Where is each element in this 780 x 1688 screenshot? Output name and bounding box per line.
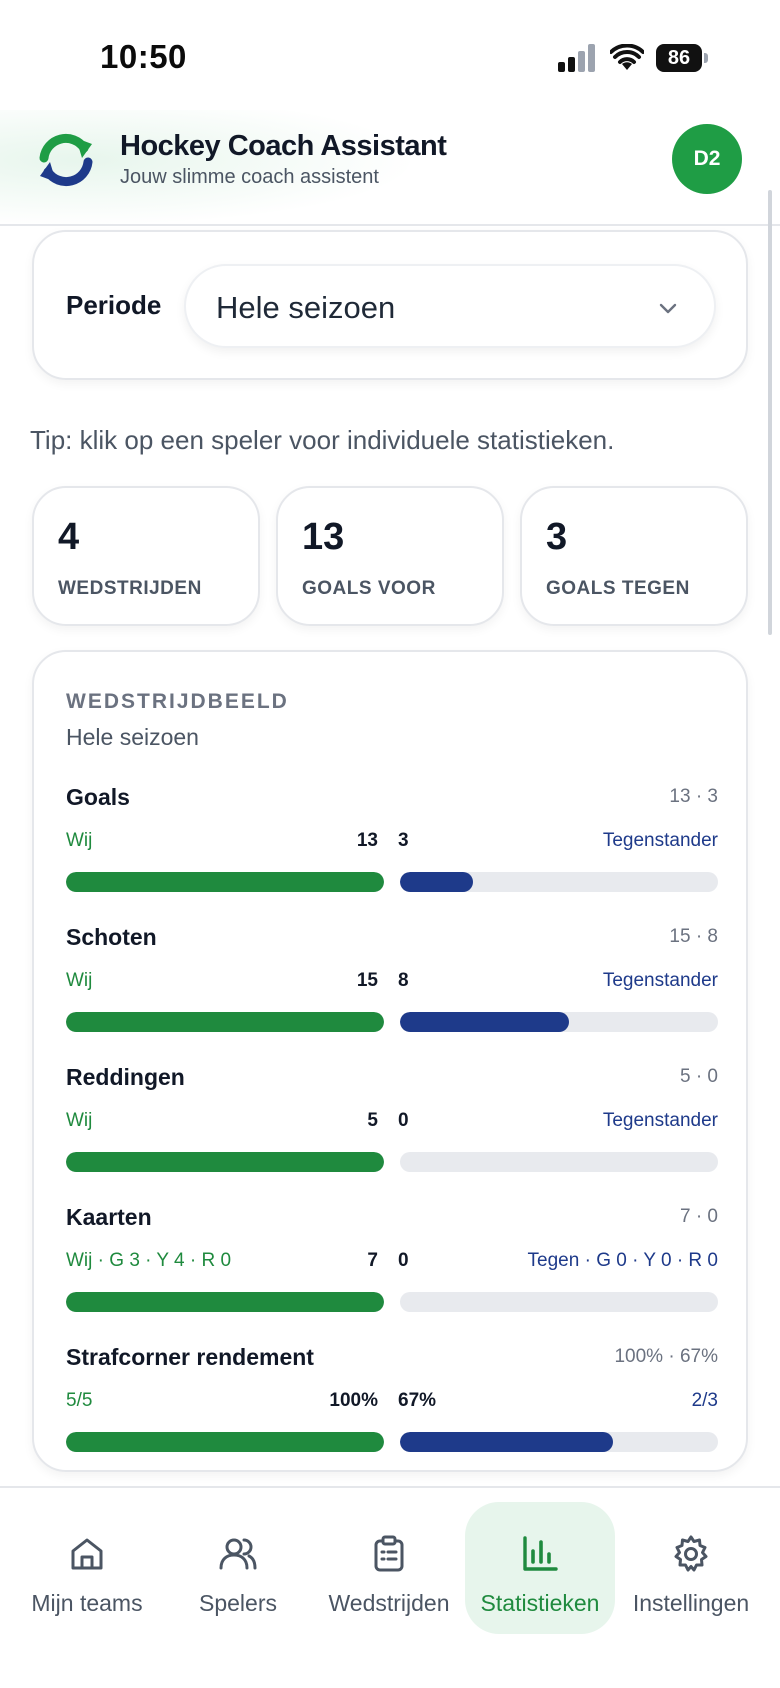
kpi-label: GOALS TEGEN — [546, 578, 690, 599]
opponent-label: Tegenstander — [602, 830, 718, 851]
status-bar: 10:50 86 — [0, 0, 780, 110]
opponent-bar-fill — [400, 1012, 569, 1032]
bar-chart-icon — [523, 1536, 558, 1571]
kpi-label: WEDSTRIJDEN — [58, 578, 202, 599]
stat-saves: Reddingen 5 · 0 Wij 5 0 Tegenstander — [66, 1064, 718, 1184]
battery-level: 86 — [656, 44, 702, 72]
signal-icon — [558, 44, 600, 72]
users-icon — [219, 1538, 257, 1570]
opponent-value: 3 — [398, 830, 409, 851]
stat-summary: 15 · 8 — [669, 926, 718, 947]
chevron-down-icon — [659, 303, 677, 314]
nav-item-statistics[interactable]: Statistieken — [465, 1502, 615, 1634]
our-bar-fill — [66, 872, 384, 892]
opponent-value: 8 — [398, 970, 409, 991]
opponent-bar-fill — [400, 872, 474, 892]
opponent-bar-track — [400, 1432, 718, 1452]
kpi-card-matches: 4 WEDSTRIJDEN — [32, 486, 260, 626]
opponent-bar-track — [400, 1292, 718, 1312]
our-label: Wij — [66, 830, 93, 851]
our-bar-track — [66, 1432, 384, 1452]
kpi-card-goals-against: 3 GOALS TEGEN — [520, 486, 748, 626]
stat-summary: 100% · 67% — [614, 1346, 718, 1367]
nav-item-my-teams[interactable]: Mijn teams — [12, 1502, 162, 1634]
our-label: Wij — [66, 970, 93, 991]
game-picture-card: WEDSTRIJDBEELD Hele seizoen Goals 13 · 3… — [32, 650, 748, 1472]
opponent-bar-track — [400, 872, 718, 892]
opponent-bar-track — [400, 1152, 718, 1172]
opponent-label: 2/3 — [691, 1390, 718, 1411]
our-bar-fill — [66, 1292, 384, 1312]
opponent-label: Tegen · G 0 · Y 0 · R 0 — [527, 1250, 718, 1271]
opponent-value: 0 — [398, 1110, 409, 1131]
stat-name: Strafcorner rendement — [66, 1344, 314, 1370]
period-card: Periode Hele seizoen — [32, 230, 748, 380]
our-value: 15 — [356, 970, 378, 991]
opponent-label: Tegenstander — [602, 1110, 718, 1131]
stat-name: Reddingen — [66, 1064, 185, 1090]
stat-name: Schoten — [66, 924, 157, 950]
stat-summary: 5 · 0 — [679, 1066, 718, 1087]
home-icon — [71, 1538, 103, 1570]
our-bar-track — [66, 1292, 384, 1312]
our-value: 7 — [367, 1250, 378, 1271]
kpi-value: 13 — [302, 516, 345, 558]
status-time: 10:50 — [100, 38, 187, 75]
our-value: 13 — [356, 830, 378, 851]
our-bar-track — [66, 872, 384, 892]
our-value: 5 — [367, 1110, 378, 1131]
nav-label: Spelers — [199, 1590, 277, 1616]
nav-item-settings[interactable]: Instellingen — [616, 1502, 766, 1634]
period-selected-value: Hele seizoen — [216, 290, 396, 325]
stat-summary: 13 · 3 — [669, 786, 718, 807]
our-label: Wij · G 3 · Y 4 · R 0 — [66, 1250, 232, 1271]
stat-name: Kaarten — [66, 1204, 152, 1230]
stat-shots: Schoten 15 · 8 Wij 15 8 Tegenstander — [66, 924, 718, 1044]
nav-label: Instellingen — [632, 1590, 750, 1616]
clipboard-icon — [374, 1535, 404, 1572]
our-bar-track — [66, 1152, 384, 1172]
app-logo-icon — [39, 134, 93, 186]
our-label: 5/5 — [66, 1390, 93, 1411]
game-picture-subtitle: Hele seizoen — [66, 724, 199, 750]
opponent-value: 0 — [398, 1250, 409, 1271]
our-bar-fill — [66, 1152, 384, 1172]
app-subtitle: Jouw slimme coach assistent — [120, 166, 379, 188]
our-bar-fill — [66, 1012, 384, 1032]
our-bar-track — [66, 1012, 384, 1032]
opponent-value: 67% — [398, 1390, 437, 1411]
app-title: Hockey Coach Assistant — [120, 130, 447, 162]
nav-label: Wedstrijden — [328, 1590, 450, 1616]
nav-item-matches[interactable]: Wedstrijden — [314, 1502, 464, 1634]
bottom-nav: Mijn teams Spelers Wedstrijden Statistie… — [0, 1486, 780, 1688]
stat-cards: Kaarten 7 · 0 Wij · G 3 · Y 4 · R 0 7 0 … — [66, 1204, 718, 1324]
stat-summary: 7 · 0 — [679, 1206, 718, 1227]
game-picture-title: WEDSTRIJDBEELD — [66, 690, 289, 713]
kpi-value: 3 — [546, 516, 568, 558]
stat-name: Goals — [66, 784, 130, 810]
nav-label: Mijn teams — [31, 1590, 143, 1616]
opponent-bar-fill — [400, 1432, 614, 1452]
kpi-label: GOALS VOOR — [302, 578, 436, 599]
kpi-value: 4 — [58, 516, 80, 558]
kpi-card-goals-for: 13 GOALS VOOR — [276, 486, 504, 626]
scrollbar[interactable] — [768, 190, 772, 635]
opponent-bar-track — [400, 1012, 718, 1032]
wifi-icon — [610, 44, 644, 70]
our-label: Wij — [66, 1110, 93, 1131]
stat-penalty-corner: Strafcorner rendement 100% · 67% 5/5 100… — [66, 1344, 718, 1464]
period-select[interactable]: Hele seizoen — [184, 264, 716, 348]
period-label: Periode — [66, 290, 162, 320]
battery-icon: 86 — [656, 44, 708, 72]
gear-icon — [674, 1535, 708, 1572]
stat-goals: Goals 13 · 3 Wij 13 3 Tegenstander — [66, 784, 718, 904]
avatar[interactable]: D2 — [672, 124, 742, 194]
tip-text: Tip: klik op een speler voor individuele… — [30, 425, 615, 455]
nav-label: Statistieken — [480, 1590, 600, 1616]
opponent-label: Tegenstander — [602, 970, 718, 991]
nav-item-players[interactable]: Spelers — [163, 1502, 313, 1634]
app-header: Hockey Coach Assistant Jouw slimme coach… — [0, 110, 780, 226]
our-bar-fill — [66, 1432, 384, 1452]
our-value: 100% — [329, 1390, 378, 1411]
